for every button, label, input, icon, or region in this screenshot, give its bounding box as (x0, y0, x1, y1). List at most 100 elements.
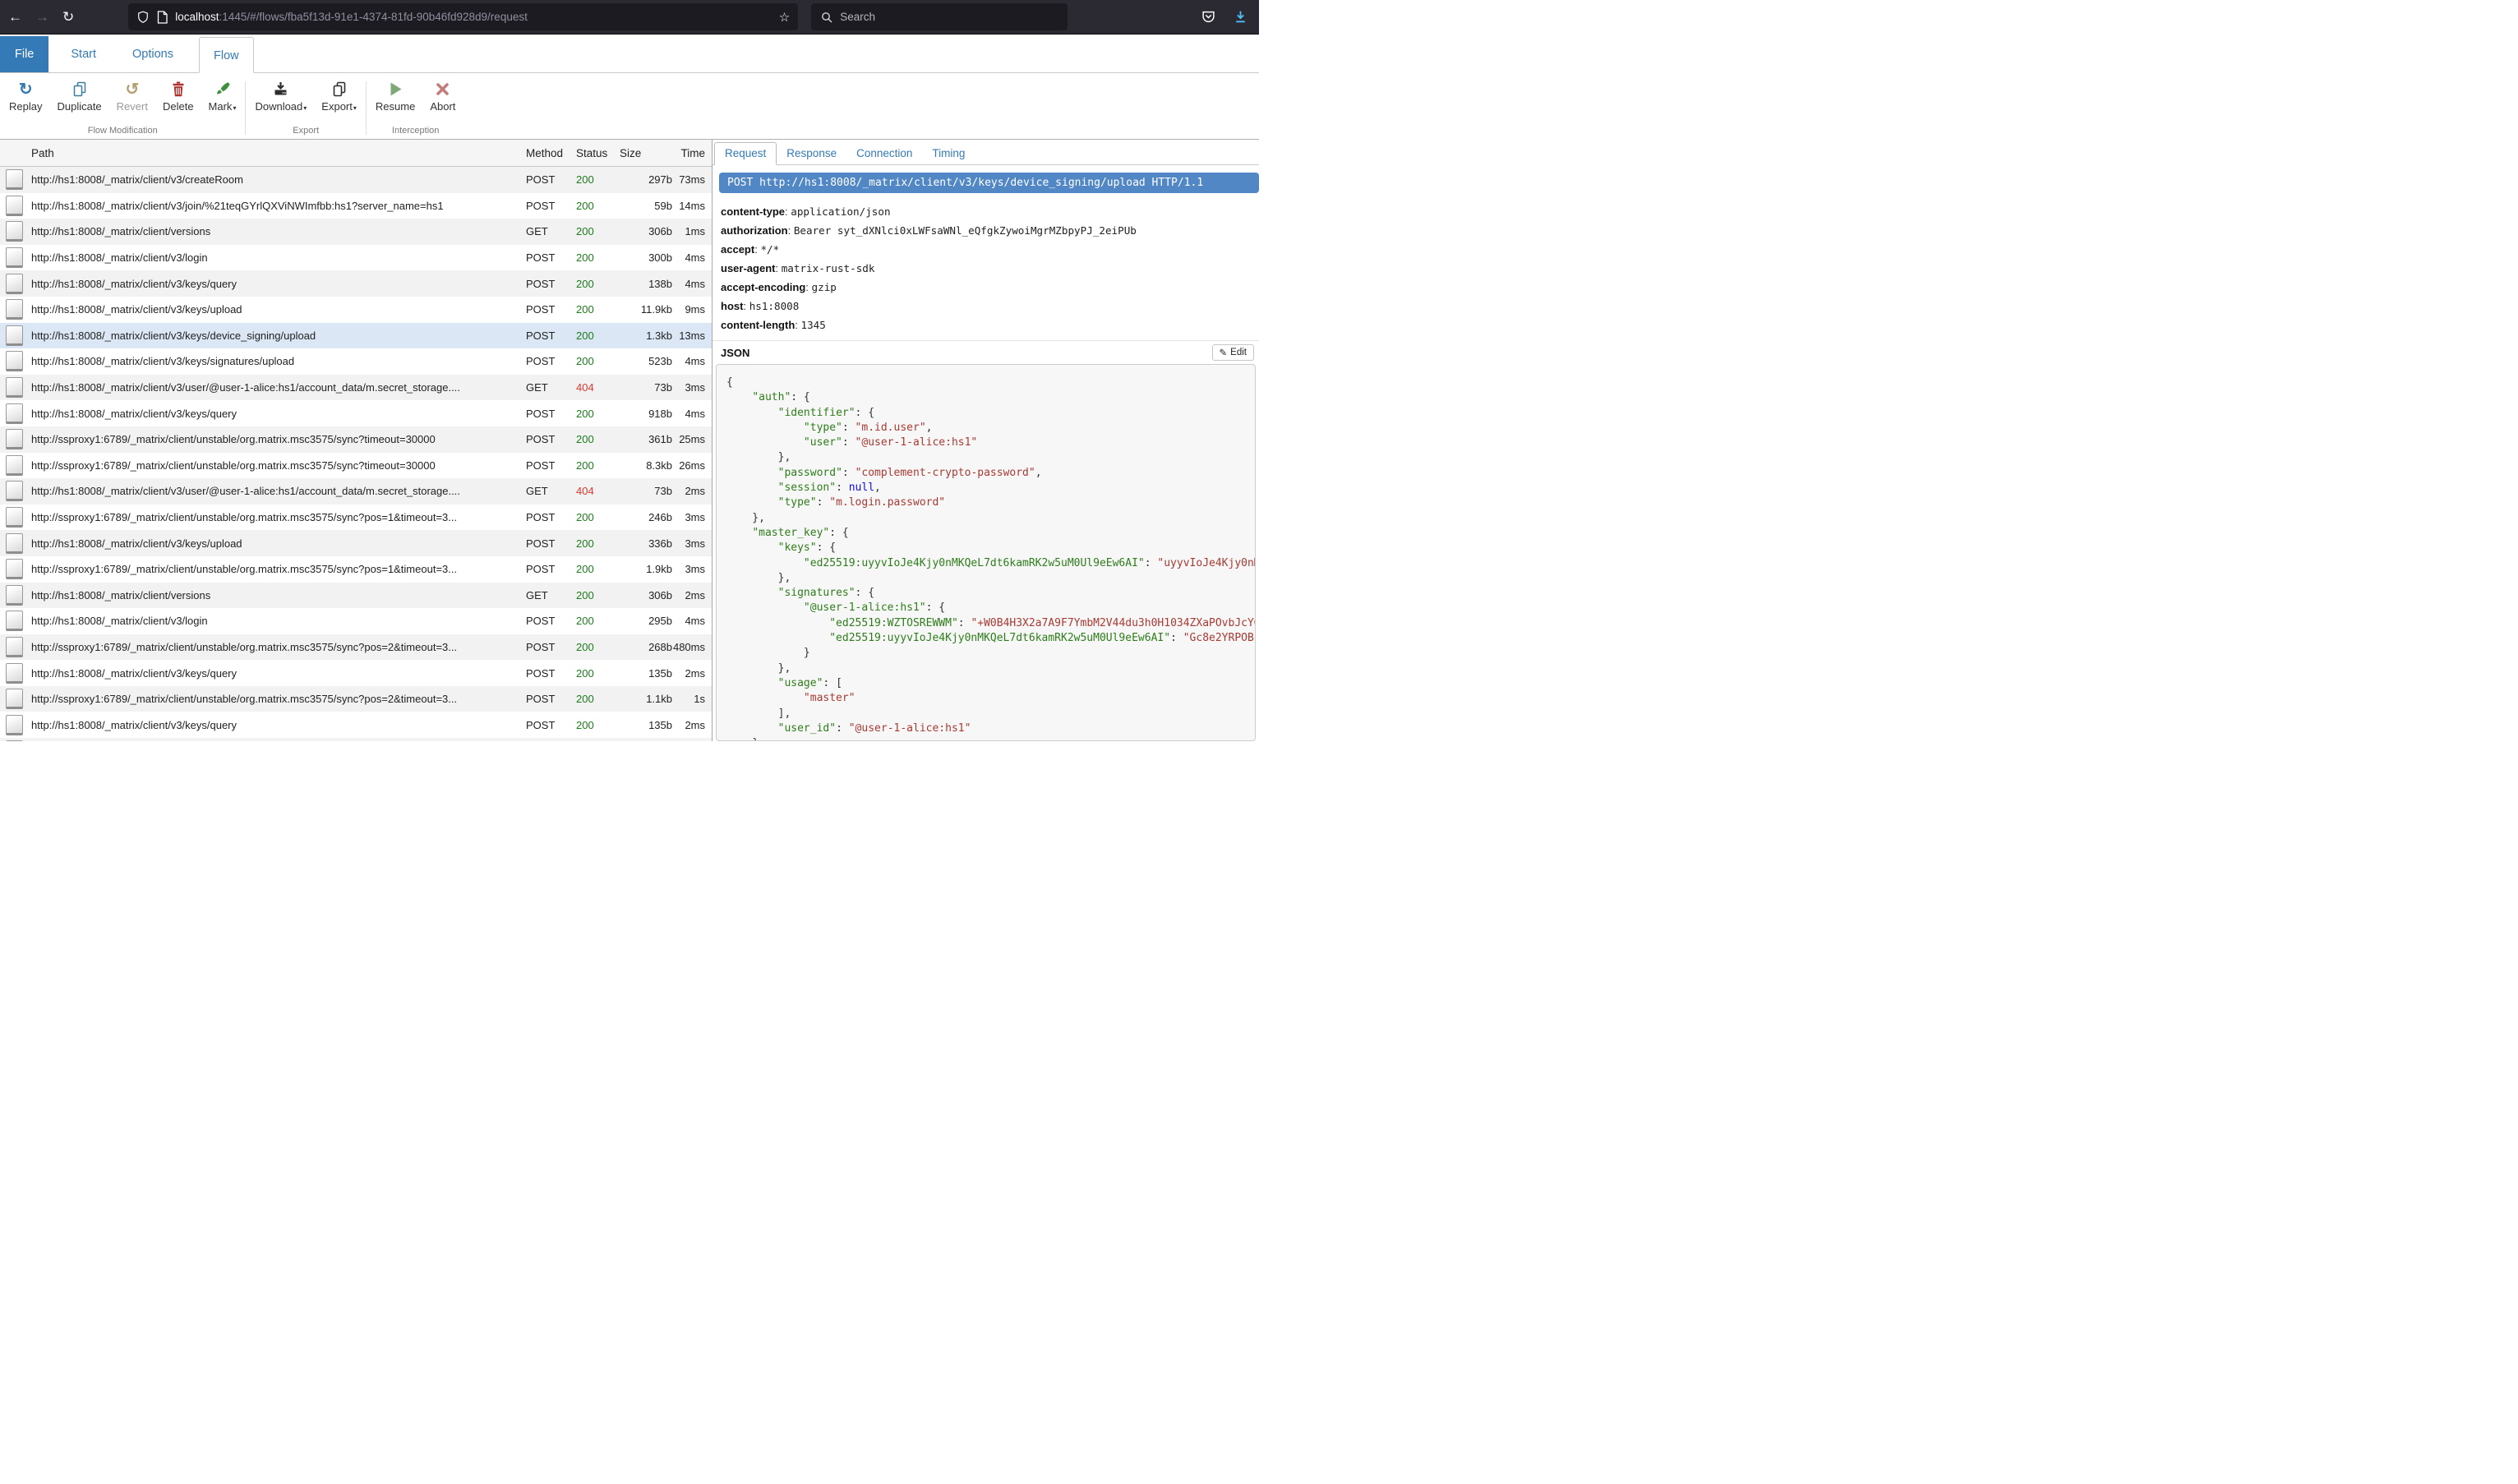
flow-icon-cell (0, 169, 28, 190)
pocket-icon[interactable] (1201, 10, 1215, 24)
edit-button[interactable]: ✎ Edit (1212, 344, 1254, 361)
column-header-time[interactable]: Time (672, 147, 712, 159)
header-name: accept-encoding (721, 281, 805, 293)
table-row[interactable]: http://hs1:8008/_matrix/client/v3/keys/q… (0, 400, 712, 426)
export-button[interactable]: Export▾ (314, 79, 364, 126)
bookmark-star-icon[interactable]: ☆ (779, 10, 790, 25)
mark-button[interactable]: Mark▾ (201, 79, 244, 126)
table-row[interactable]: http://hs1:8008/_matrix/client/v3/join/%… (0, 193, 712, 219)
url-bar[interactable]: localhost:1445/#/flows/fba5f13d-91e1-437… (128, 3, 798, 30)
flow-path: http://ssproxy1:6789/_matrix/client/unst… (28, 511, 524, 523)
table-row[interactable]: http://ssproxy1:6789/_matrix/client/unst… (0, 556, 712, 583)
column-header-status[interactable]: Status (572, 147, 618, 159)
table-row[interactable]: http://hs1:8008/_matrix/client/v3/keys/q… (0, 660, 712, 686)
replay-icon: ↻ (19, 80, 33, 99)
flow-icon-cell (0, 585, 28, 606)
json-line: "auth": { (726, 390, 1255, 405)
json-line: ], (726, 707, 1255, 721)
menu-start[interactable]: Start (57, 36, 110, 72)
flow-size: 11.9kb (618, 303, 672, 316)
table-row[interactable]: http://hs1:8008/_matrix/client/v3/keys/u… (0, 530, 712, 556)
duplicate-button[interactable]: Duplicate (49, 79, 108, 126)
tab-timing[interactable]: Timing (922, 143, 975, 164)
json-line: "type": "m.id.user", (726, 421, 1255, 436)
flow-icon-cell (0, 740, 28, 741)
table-row[interactable]: http://hs1:8008/_matrix/client/v3/loginP… (0, 608, 712, 634)
table-row[interactable]: http://hs1:8008/_matrix/client/v3/user/@… (0, 478, 712, 505)
table-row[interactable]: http://hs1:8008/_matrix/client/v3/keys/q… (0, 712, 712, 738)
flow-status: 200 (572, 408, 618, 420)
flow-path: http://hs1:8008/_matrix/client/v3/login (28, 251, 524, 264)
table-row[interactable]: http://ssproxy1:6789/_matrix/client/unst… (0, 505, 712, 531)
delete-button[interactable]: Delete (155, 79, 201, 126)
group-label-export: Export (246, 126, 365, 139)
page-info-icon[interactable] (157, 11, 168, 24)
flow-size: 73b (618, 485, 672, 497)
header-name: content-type (721, 205, 785, 218)
replay-button[interactable]: ↻ Replay (2, 79, 49, 126)
table-row[interactable]: http://ssproxy1:6789/_matrix/client/unst… (0, 453, 712, 479)
revert-button[interactable]: ↺ Revert (109, 79, 155, 126)
back-icon[interactable]: ← (8, 10, 22, 24)
table-row[interactable]: http://hs1:8008/_matrix/client/versionsG… (0, 219, 712, 245)
flow-icon-cell (0, 429, 28, 449)
table-row[interactable]: http://ssproxy1:6789/_matrix/client/unst… (0, 634, 712, 661)
table-row[interactable]: http://hs1:8008/_matrix/client/v3/keys/q… (0, 270, 712, 297)
menu-flow[interactable]: Flow (199, 37, 254, 73)
table-row[interactable]: http://hs1:8008/_matrix/client/v3/keys/d… (0, 323, 712, 349)
forward-icon[interactable]: → (35, 10, 49, 24)
resume-button[interactable]: Resume (368, 79, 422, 126)
flow-size: 8.3kb (618, 459, 672, 472)
flow-time: 9ms (672, 303, 712, 316)
flow-method: POST (524, 459, 572, 472)
browser-search[interactable]: Search (811, 3, 1068, 30)
table-row[interactable]: http://ssproxy1:6789/_matrix/client/unst… (0, 686, 712, 712)
flow-icon-cell (0, 481, 28, 501)
download-button[interactable]: Download▾ (247, 79, 314, 126)
flow-path: http://hs1:8008/_matrix/client/v3/keys/u… (28, 537, 524, 550)
json-line: }, (726, 571, 1255, 586)
downloads-icon[interactable] (1234, 10, 1247, 24)
shield-icon[interactable] (136, 11, 150, 24)
reload-icon[interactable]: ↻ (62, 10, 74, 24)
column-header-path[interactable]: Path (28, 147, 524, 159)
browser-chrome: ← → ↻ localhost:1445/#/flows/fba5f13d-91… (0, 0, 1259, 35)
detail-panel: Request Response Connection Timing POST … (713, 140, 1259, 741)
tab-response[interactable]: Response (777, 143, 846, 164)
caret-down-icon: ▾ (303, 104, 307, 112)
menu-options[interactable]: Options (118, 36, 187, 72)
table-row[interactable]: http://hs1:8008/_matrix/client/versionsG… (0, 583, 712, 609)
flow-time: 480ms (672, 641, 712, 653)
flow-time: 4ms (672, 615, 712, 627)
table-row[interactable]: http://ssproxy1:6789/_matrix/client/unst… (0, 426, 712, 453)
flow-time: 1s (672, 693, 712, 705)
flow-status: 200 (572, 355, 618, 367)
menu-file[interactable]: File (0, 36, 48, 72)
flow-size: 246b (618, 511, 672, 523)
flow-method: POST (524, 511, 572, 523)
request-line[interactable]: POST http://hs1:8008/_matrix/client/v3/k… (719, 173, 1259, 193)
request-header-line: accept: */* (721, 240, 1259, 259)
flow-path: http://hs1:8008/_matrix/client/v3/user/@… (28, 381, 524, 394)
table-row[interactable]: http://hs1:8008/_matrix/client/v3/loginP… (0, 245, 712, 271)
x-icon (436, 80, 450, 99)
column-header-size[interactable]: Size (618, 147, 672, 159)
table-row[interactable]: http://hs1:8008/_matrix/client/v3/user/@… (0, 375, 712, 401)
flow-path: http://hs1:8008/_matrix/client/v3/create… (28, 173, 524, 186)
toolbar-group-export: Download▾ Export▾ Export (246, 73, 365, 139)
group-label-flow-modification: Flow Modification (0, 126, 245, 139)
abort-button[interactable]: Abort (422, 79, 463, 126)
table-row[interactable]: http://hs1:8008/_matrix/client/v3/create… (0, 167, 712, 193)
tab-request[interactable]: Request (714, 142, 777, 165)
tab-connection[interactable]: Connection (846, 143, 922, 164)
json-line: } (726, 736, 1255, 741)
json-body[interactable]: { "auth": { "identifier": { "type": "m.i… (716, 364, 1256, 741)
flow-icon-cell (0, 663, 28, 684)
table-row-partial[interactable] (0, 738, 712, 741)
table-row[interactable]: http://hs1:8008/_matrix/client/v3/keys/s… (0, 348, 712, 375)
flow-document-icon (6, 507, 23, 528)
table-row[interactable]: http://hs1:8008/_matrix/client/v3/keys/u… (0, 297, 712, 323)
copy-icon (331, 80, 348, 99)
flow-method: POST (524, 693, 572, 705)
column-header-method[interactable]: Method (524, 147, 572, 159)
